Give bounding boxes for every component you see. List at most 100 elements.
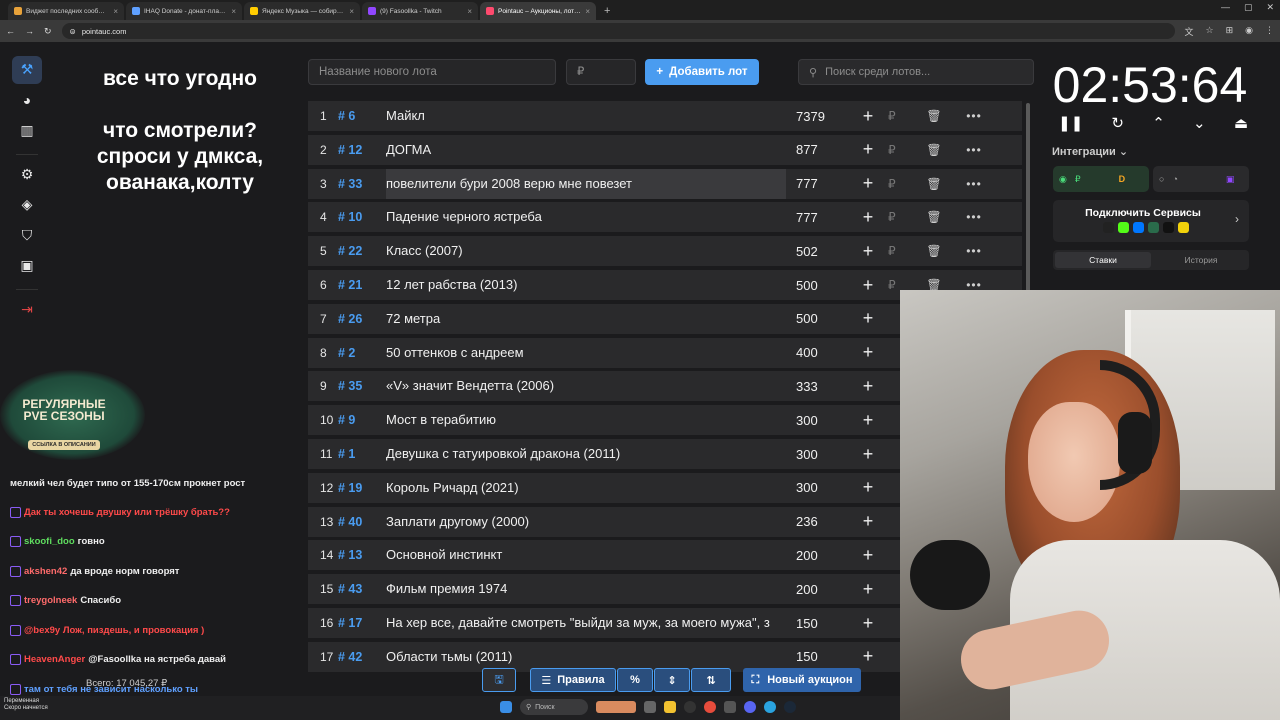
taskbar-search[interactable]: ⚲ Поиск: [520, 699, 588, 715]
lot-name[interactable]: Девушка с татуировкой дракона (2011): [386, 439, 786, 469]
more-options-icon[interactable]: •••: [960, 143, 988, 157]
lot-amount[interactable]: 7379: [786, 109, 848, 124]
lot-name[interactable]: Класс (2007): [386, 236, 786, 266]
lot-name[interactable]: 72 метра: [386, 304, 786, 334]
extensions-icon[interactable]: ⊞: [1226, 25, 1234, 38]
lot-amount[interactable]: 300: [786, 480, 848, 495]
lot-row[interactable]: 7 # 26 72 метра 500 +: [308, 303, 900, 334]
trash-icon[interactable]: 🗑: [908, 109, 960, 123]
lot-amount[interactable]: 200: [786, 582, 848, 597]
profile-icon[interactable]: ◉: [1245, 25, 1253, 38]
lot-name[interactable]: Основной инстинкт: [386, 540, 786, 570]
lot-row[interactable]: 11 # 1 Девушка с татуировкой дракона (2011…: [308, 439, 900, 469]
lot-amount[interactable]: 150: [786, 649, 848, 664]
lot-amount[interactable]: 502: [786, 244, 848, 259]
logout-icon[interactable]: ⇥: [12, 295, 42, 323]
lot-name[interactable]: Фильм премия 1974: [386, 574, 786, 604]
auction-hammer-icon[interactable]: ⚒: [12, 56, 42, 84]
browser-tab[interactable]: Pointauc – Аукционы, лотереи ×: [480, 2, 596, 20]
add-amount-icon[interactable]: +: [848, 579, 888, 600]
chat-username[interactable]: akshen42: [24, 566, 67, 577]
minimize-icon[interactable]: —: [1221, 2, 1230, 13]
video-icon[interactable]: ▣: [12, 252, 42, 280]
add-amount-icon[interactable]: +: [848, 410, 888, 431]
lot-amount[interactable]: 300: [786, 413, 848, 428]
add-amount-icon[interactable]: +: [848, 173, 888, 194]
close-icon[interactable]: ✕: [1266, 2, 1274, 13]
lot-row[interactable]: 1 # 6 Майкл 7379 + ₽ 🗑 •••: [308, 101, 1022, 131]
shield-icon[interactable]: ⛉: [12, 222, 42, 250]
lot-amount[interactable]: 200: [786, 548, 848, 563]
lot-row[interactable]: 2 # 12 ДОГМА 877 + ₽ 🗑 •••: [308, 134, 1022, 165]
settings-gear-icon[interactable]: ⚙: [12, 160, 42, 188]
add-amount-icon[interactable]: +: [848, 106, 888, 127]
new-auction-button[interactable]: ⛶ Новый аукцион: [743, 668, 861, 692]
reset-icon[interactable]: ↻: [1111, 114, 1124, 132]
lot-name[interactable]: Король Ричард (2021): [386, 473, 786, 503]
percent-button[interactable]: %: [617, 668, 653, 692]
explorer-icon[interactable]: [664, 701, 676, 713]
more-options-icon[interactable]: •••: [960, 210, 988, 224]
lot-amount[interactable]: 500: [786, 278, 848, 293]
ruble-icon[interactable]: ₽: [888, 143, 908, 157]
lot-amount[interactable]: 150: [786, 616, 848, 631]
lot-row[interactable]: 8 # 2 50 оттенков с андреем 400 +: [308, 337, 900, 368]
close-tab-icon[interactable]: ×: [231, 7, 236, 16]
lot-name[interactable]: 12 лет рабства (2013): [386, 270, 786, 300]
lot-row[interactable]: 4 # 10 Падение черного ястреба 777 + ₽ 🗑 •••: [308, 202, 1022, 233]
steam-icon[interactable]: [784, 701, 796, 713]
site-info-icon[interactable]: ⊜: [70, 27, 76, 36]
add-amount-icon[interactable]: +: [848, 139, 888, 160]
wheel-pie-icon[interactable]: ◕: [12, 87, 42, 115]
add-amount-icon[interactable]: +: [848, 444, 888, 465]
app-icon[interactable]: [724, 701, 736, 713]
forward-icon[interactable]: →: [25, 26, 34, 36]
telegram-icon[interactable]: [764, 701, 776, 713]
new-tab-button[interactable]: +: [598, 2, 616, 20]
chevron-up-icon[interactable]: ⌃: [1152, 114, 1165, 132]
translate-icon[interactable]: 文: [1185, 25, 1194, 38]
ruble-icon[interactable]: ₽: [888, 210, 908, 224]
browser-tab[interactable]: IHAQ Donate - донат-платформа×: [126, 2, 242, 20]
lot-row[interactable]: 3 # 33 повелители бури 2008 верю мне повез…: [308, 168, 1022, 199]
url-field[interactable]: ⊜ pointauc.com: [61, 23, 1175, 39]
lot-row[interactable]: 13 # 40 Заплати другому (2000) 236 +: [308, 506, 900, 537]
stats-bar-icon[interactable]: ▥: [12, 117, 42, 145]
lot-amount[interactable]: 236: [786, 514, 848, 529]
task-view-icon[interactable]: [644, 701, 656, 713]
tab-history[interactable]: История: [1153, 250, 1249, 270]
lot-amount[interactable]: 400: [786, 345, 848, 360]
lot-row[interactable]: 16 # 17 На хер все, давайте смотреть "выйд…: [308, 608, 900, 638]
trash-icon[interactable]: 🗑: [908, 143, 960, 157]
chat-username[interactable]: HeavenAnger: [24, 654, 85, 665]
add-lot-button[interactable]: + Добавить лот: [645, 59, 759, 85]
add-amount-icon[interactable]: +: [848, 207, 888, 228]
lot-row[interactable]: 10 # 9 Мост в терабитию 300 +: [308, 405, 900, 436]
rules-button[interactable]: ☰ Правила: [530, 668, 616, 692]
lot-amount[interactable]: 333: [786, 379, 848, 394]
lot-amount[interactable]: 500: [786, 311, 848, 326]
close-tab-icon[interactable]: ×: [349, 7, 354, 16]
add-amount-icon[interactable]: +: [848, 477, 888, 498]
back-icon[interactable]: ←: [6, 26, 15, 36]
lot-name[interactable]: «V» значит Вендетта (2006): [386, 371, 786, 401]
lot-name[interactable]: ДОГМА: [386, 135, 786, 165]
chevron-down-icon[interactable]: ⌄: [1193, 114, 1206, 132]
more-options-icon[interactable]: •••: [960, 244, 988, 258]
browser-tab[interactable]: Яндекс Музыка — собираем ×: [244, 2, 360, 20]
add-amount-icon[interactable]: +: [848, 646, 888, 667]
lot-amount[interactable]: 877: [786, 142, 848, 157]
lot-name[interactable]: 50 оттенков с андреем: [386, 338, 786, 368]
trash-icon[interactable]: 🗑: [908, 210, 960, 224]
lots-scrollbar[interactable]: [1026, 103, 1030, 293]
add-amount-icon[interactable]: +: [848, 342, 888, 363]
lot-name[interactable]: Майкл: [386, 101, 786, 131]
reload-icon[interactable]: ↻: [44, 26, 52, 37]
lot-amount[interactable]: 300: [786, 447, 848, 462]
ruble-icon[interactable]: ₽: [888, 177, 908, 191]
lot-name[interactable]: повелители бури 2008 верю мне повезет: [386, 168, 786, 199]
lot-search-input[interactable]: ⚲ Поиск среди лотов...: [798, 59, 1034, 85]
ruble-icon[interactable]: ₽: [888, 244, 908, 258]
discord-icon[interactable]: [744, 701, 756, 713]
add-amount-icon[interactable]: +: [848, 376, 888, 397]
